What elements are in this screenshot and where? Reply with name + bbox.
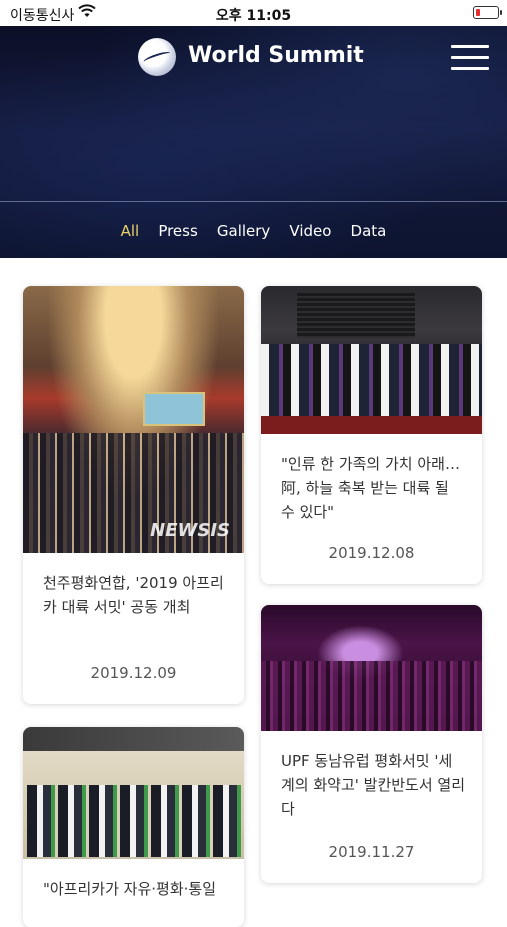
newsis-watermark: NEWSIS [150, 520, 230, 541]
tab-gallery[interactable]: Gallery [217, 222, 270, 240]
news-card[interactable]: NEWSIS 천주평화연합, '2019 아프리카 대륙 서밋' 공동 개최 2… [23, 286, 244, 704]
news-title[interactable]: UPF 동남유럽 평화서밋 '세계의 화약고' 발칸반도서 열리다 [281, 749, 466, 821]
tab-data[interactable]: Data [351, 222, 387, 240]
news-title[interactable]: "아프리카가 자유·평화·통일 [43, 877, 228, 901]
news-card[interactable]: "아프리카가 자유·평화·통일 [23, 727, 244, 927]
battery-icon [473, 6, 502, 19]
news-title[interactable]: 천주평화연합, '2019 아프리카 대륙 서밋' 공동 개최 [43, 571, 228, 619]
category-tabs: All Press Gallery Video Data [0, 221, 507, 240]
hamburger-menu-button[interactable] [451, 45, 489, 71]
brand-title[interactable]: World Summit [188, 43, 364, 68]
tab-video[interactable]: Video [289, 222, 331, 240]
news-photo[interactable] [261, 605, 482, 731]
news-date: 2019.12.09 [90, 664, 177, 682]
divider [0, 201, 507, 202]
news-photo[interactable] [261, 286, 482, 434]
news-card[interactable]: UPF 동남유럽 평화서밋 '세계의 화약고' 발칸반도서 열리다 2019.1… [261, 605, 482, 883]
tab-press[interactable]: Press [158, 222, 197, 240]
tab-all[interactable]: All [121, 222, 140, 240]
world-summit-logo[interactable] [138, 38, 176, 76]
news-date: 2019.11.27 [328, 843, 415, 861]
news-title[interactable]: "인류 한 가족의 가치 아래… 阿, 하늘 축복 받는 대륙 될 수 있다" [281, 452, 466, 524]
news-card[interactable]: "인류 한 가족의 가치 아래… 阿, 하늘 축복 받는 대륙 될 수 있다" … [261, 286, 482, 584]
status-time: 오후 11:05 [215, 8, 292, 24]
news-photo[interactable] [23, 727, 244, 859]
news-photo[interactable]: NEWSIS [23, 286, 244, 553]
news-date: 2019.12.08 [328, 544, 415, 562]
status-bar: 이동통신사 오후 11:05 [0, 0, 507, 26]
hero-header: World Summit All Press Gallery Video Dat… [0, 26, 507, 258]
